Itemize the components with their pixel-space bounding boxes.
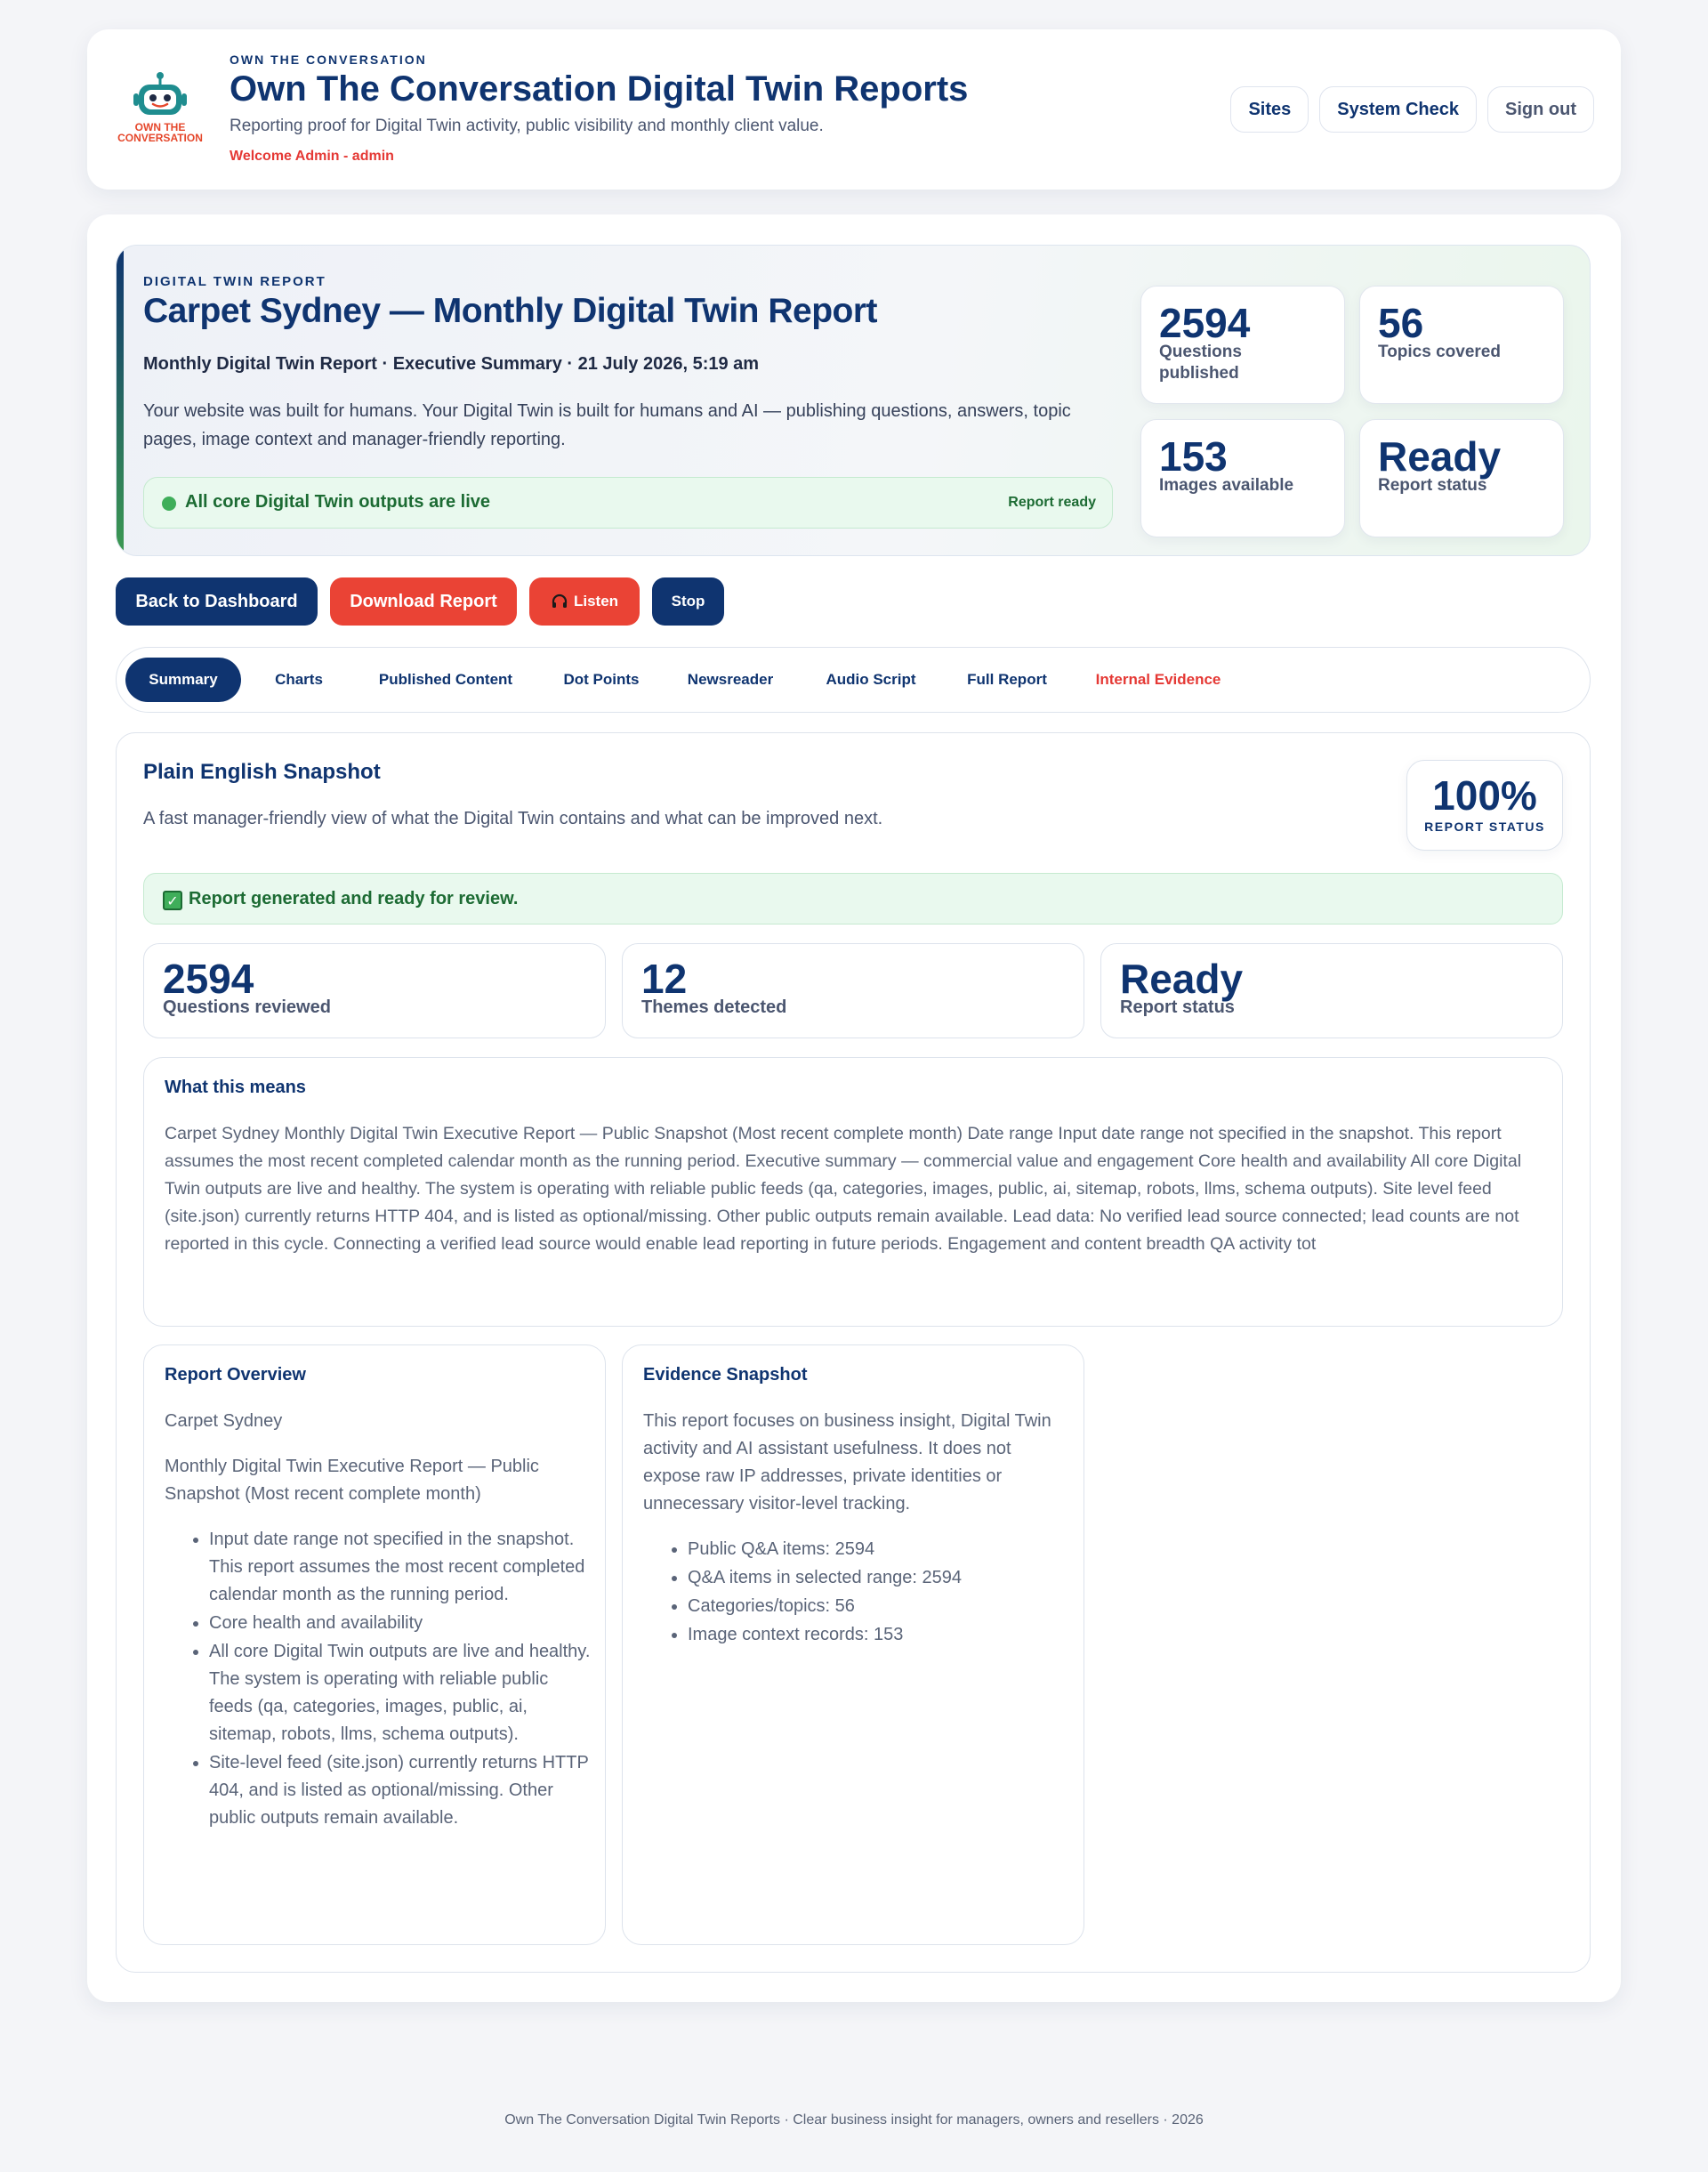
report-status-card: 100% REPORT STATUS (1406, 760, 1563, 851)
what-body: Carpet Sydney Monthly Digital Twin Execu… (165, 1124, 1522, 1254)
report-ready-badge: Report ready (1008, 495, 1096, 510)
stat-value: 56 (1378, 300, 1424, 346)
app-subtitle: Reporting proof for Digital Twin activit… (230, 117, 824, 135)
live-status-dot-icon (162, 497, 176, 511)
metric-value: 2594 (163, 956, 254, 1002)
listen-label: Listen (573, 593, 619, 610)
tab-summary[interactable]: Summary (125, 658, 241, 702)
metric-label: Themes detected (641, 997, 787, 1017)
hero-kicker: DIGITAL TWIN REPORT (143, 274, 326, 289)
check-icon: ✓ (163, 891, 182, 910)
overview-title: Report Overview (165, 1365, 306, 1385)
report-tabs: Summary Charts Published Content Dot Poi… (116, 647, 1591, 713)
stat-label: Images available (1159, 476, 1294, 495)
stat-card-images: 153 Images available (1140, 419, 1345, 537)
app-title: Own The Conversation Digital Twin Report… (230, 69, 969, 109)
stat-card-questions: 2594 Questions published (1140, 286, 1345, 404)
sites-button[interactable]: Sites (1230, 86, 1309, 133)
overview-list: Input date range not specified in the sn… (165, 1526, 592, 1832)
metric-card-status: Ready Report status (1100, 943, 1563, 1038)
stat-label: Questions published (1159, 343, 1242, 383)
stop-button[interactable]: Stop (652, 577, 724, 626)
main-container: DIGITAL TWIN REPORT Carpet Sydney — Mont… (87, 214, 1621, 2002)
evidence-title: Evidence Snapshot (643, 1365, 808, 1385)
ready-text: Report generated and ready for review. (189, 889, 519, 908)
robot-logo-icon: OWN THE CONVERSATION (117, 70, 203, 152)
system-check-button[interactable]: System Check (1319, 86, 1478, 133)
live-status-text: All core Digital Twin outputs are live (185, 492, 491, 512)
report-status-value: 100% (1432, 772, 1537, 819)
metric-label: Questions reviewed (163, 997, 331, 1017)
page-footer: Own The Conversation Digital Twin Report… (504, 2112, 1204, 2128)
metric-value: 12 (641, 956, 688, 1002)
metric-label: Report status (1120, 997, 1235, 1017)
tab-published-content[interactable]: Published Content (357, 658, 535, 702)
ready-banner: ✓ Report generated and ready for review. (143, 873, 1563, 925)
welcome-text: Welcome Admin - admin (230, 149, 394, 164)
stat-value: 2594 (1159, 300, 1251, 346)
list-item: Input date range not specified in the sn… (209, 1526, 592, 1609)
evidence-body: This report focuses on business insight,… (643, 1408, 1070, 1650)
overview-body: Carpet Sydney Monthly Digital Twin Execu… (165, 1408, 592, 1833)
tab-newsreader[interactable]: Newsreader (668, 658, 793, 702)
what-title: What this means (165, 1078, 306, 1097)
tab-dot-points[interactable]: Dot Points (544, 658, 659, 702)
stat-value: 153 (1159, 433, 1228, 480)
headphones-icon (552, 593, 568, 608)
app-header: OWN THE CONVERSATION OWN THE CONVERSATIO… (87, 29, 1621, 190)
list-item: Q&A items in selected range: 2594 (688, 1564, 1070, 1592)
list-item: Categories/topics: 56 (688, 1593, 1070, 1620)
back-to-dashboard-button[interactable]: Back to Dashboard (116, 577, 318, 626)
list-item: All core Digital Twin outputs are live a… (209, 1638, 592, 1748)
report-overview-card: Report Overview Carpet Sydney Monthly Di… (143, 1344, 606, 1945)
live-status-banner: All core Digital Twin outputs are live R… (143, 477, 1113, 529)
report-hero: DIGITAL TWIN REPORT Carpet Sydney — Mont… (116, 245, 1591, 556)
evidence-snapshot-card: Evidence Snapshot This report focuses on… (622, 1344, 1084, 1945)
snapshot-subtitle: A fast manager-friendly view of what the… (143, 809, 883, 828)
list-item: Site-level feed (site.json) currently re… (209, 1749, 592, 1832)
what-this-means-card: What this means Carpet Sydney Monthly Di… (143, 1057, 1563, 1327)
logo-text-line2: CONVERSATION (117, 132, 203, 144)
report-status-label: REPORT STATUS (1424, 820, 1545, 834)
stat-card-topics: 56 Topics covered (1359, 286, 1564, 404)
list-item: Core health and availability (209, 1610, 592, 1637)
evidence-text: This report focuses on business insight,… (643, 1411, 1051, 1514)
metric-card-themes: 12 Themes detected (622, 943, 1084, 1038)
stat-label: Topics covered (1378, 343, 1501, 361)
metric-value: Ready (1120, 956, 1244, 1002)
snapshot-title: Plain English Snapshot (143, 760, 381, 784)
list-item: Image context records: 153 (688, 1621, 1070, 1649)
list-item: Public Q&A items: 2594 (688, 1536, 1070, 1563)
stat-value: Ready (1378, 433, 1502, 480)
sign-out-button[interactable]: Sign out (1487, 86, 1594, 133)
header-nav: Sites System Check Sign out (1230, 86, 1594, 133)
metric-card-questions: 2594 Questions reviewed (143, 943, 606, 1038)
stat-label: Report status (1378, 476, 1487, 495)
listen-button[interactable]: Listen (529, 577, 640, 626)
stat-card-status: Ready Report status (1359, 419, 1564, 537)
overview-report-name: Monthly Digital Twin Executive Report — … (165, 1457, 539, 1504)
tab-internal-evidence[interactable]: Internal Evidence (1074, 658, 1243, 702)
tab-audio-script[interactable]: Audio Script (802, 658, 940, 702)
report-title: Carpet Sydney — Monthly Digital Twin Rep… (143, 292, 878, 330)
summary-panel: Plain English Snapshot A fast manager-fr… (116, 732, 1591, 1973)
brand-kicker: OWN THE CONVERSATION (230, 52, 427, 67)
report-meta: Monthly Digital Twin Report · Executive … (143, 354, 760, 374)
tab-charts[interactable]: Charts (250, 658, 348, 702)
evidence-list: Public Q&A items: 2594 Q&A items in sele… (643, 1536, 1070, 1649)
tab-full-report[interactable]: Full Report (949, 658, 1065, 702)
report-description: Your website was built for humans. Your … (143, 401, 1071, 449)
overview-client: Carpet Sydney (165, 1411, 283, 1431)
download-report-button[interactable]: Download Report (330, 577, 517, 626)
